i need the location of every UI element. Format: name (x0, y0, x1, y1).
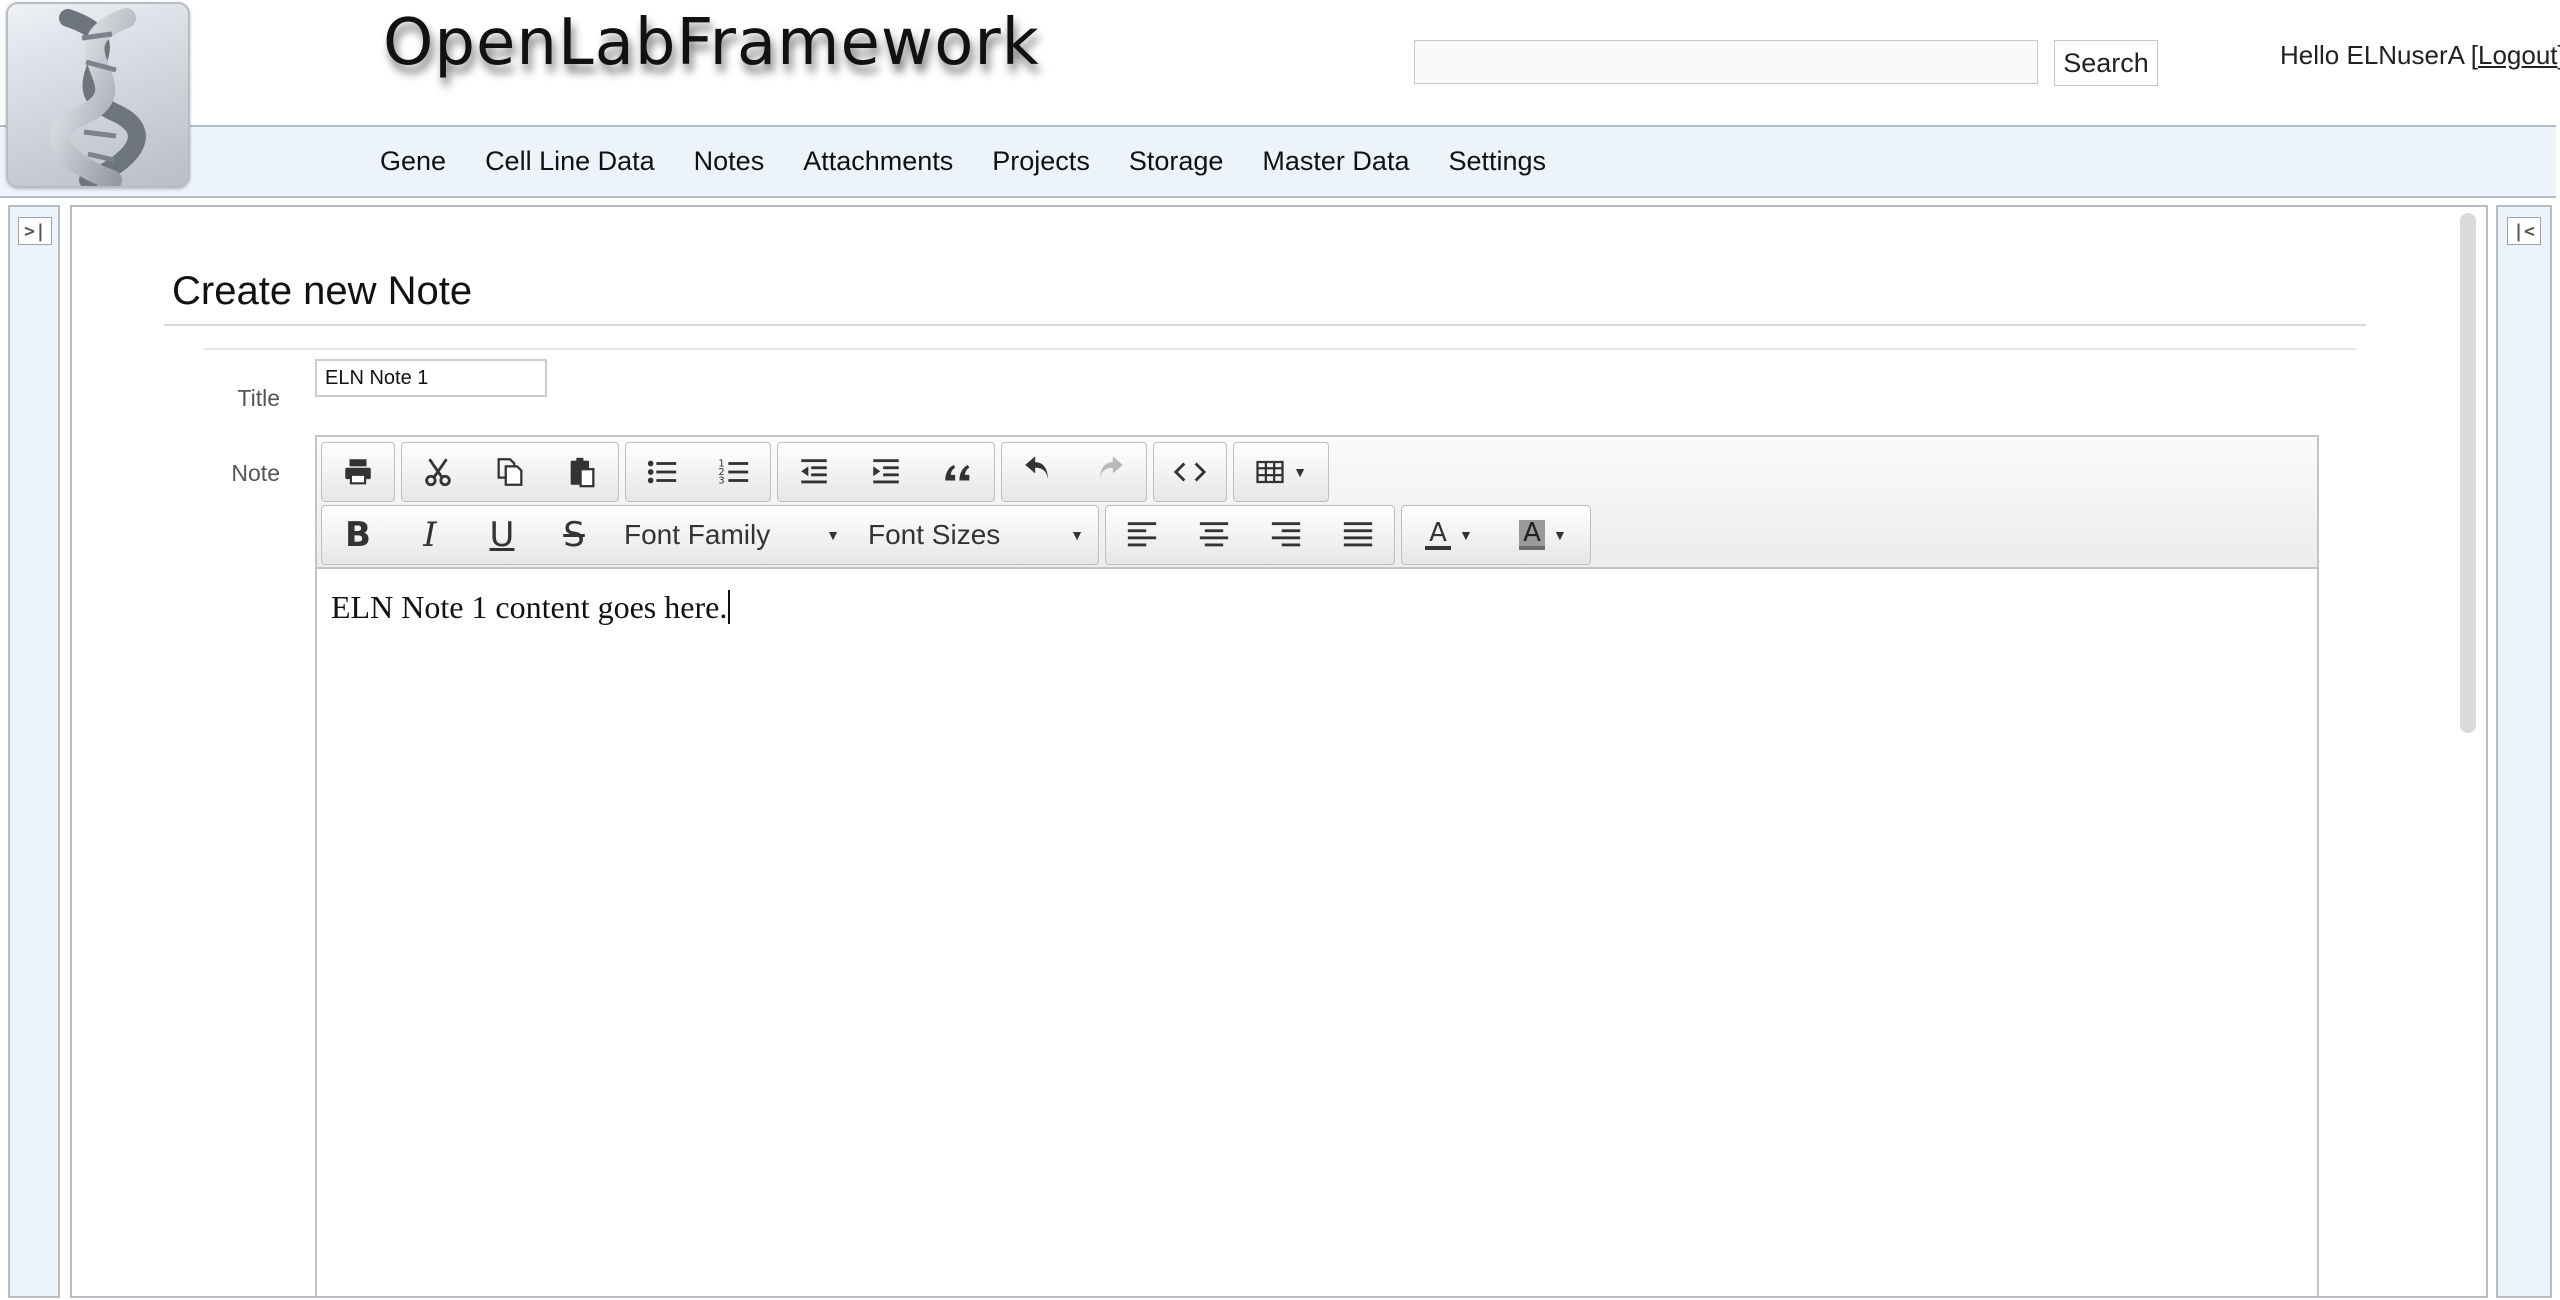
font-sizes-dropdown[interactable]: Font Sizes ▼ (854, 506, 1098, 564)
note-label: Note (231, 460, 280, 486)
nav-item-gene[interactable]: Gene (380, 146, 446, 177)
print-icon[interactable] (322, 443, 394, 501)
background-color-caret-icon: ▼ (1552, 527, 1567, 543)
background-color-swatch: A (1519, 520, 1545, 550)
editor-content-area[interactable]: ELN Note 1 content goes here. (331, 589, 731, 626)
underline-icon[interactable]: U (466, 506, 538, 564)
main-content: Create new Note Title Note (70, 205, 2488, 1298)
logout-link[interactable]: Logout (2478, 40, 2558, 70)
align-right-icon[interactable] (1250, 506, 1322, 564)
search-input[interactable] (1414, 40, 2038, 84)
text-color-icon[interactable]: A ▼ (1402, 506, 1496, 564)
left-side-panel: >| (8, 205, 60, 1298)
greeting-text: Hello ELNuserA (2280, 40, 2471, 70)
paste-icon[interactable] (546, 443, 618, 501)
expand-right-icon[interactable]: >| (18, 217, 52, 245)
copy-icon[interactable] (474, 443, 546, 501)
nav-item-attachments[interactable]: Attachments (803, 146, 953, 177)
undo-icon[interactable] (1002, 443, 1074, 501)
bold-icon[interactable]: B (322, 506, 394, 564)
rich-text-editor: 123 ▼ B I U S Font Family ▼ Font Sizes ▼… (315, 435, 2319, 1296)
font-family-label: Font Family (624, 519, 771, 550)
nav-item-master-data[interactable]: Master Data (1262, 146, 1409, 177)
nav-item-settings[interactable]: Settings (1448, 146, 1546, 177)
nav-item-storage[interactable]: Storage (1129, 146, 1224, 177)
font-sizes-label: Font Sizes (868, 519, 1001, 550)
app-header: OpenLabFramework Search Hello ELNuserA [… (0, 0, 2560, 188)
bracket-open: [ (2470, 40, 2478, 70)
page-title: Create new Note (172, 269, 473, 313)
vertical-scrollbar[interactable] (2460, 213, 2476, 733)
indent-icon[interactable] (850, 443, 922, 501)
font-family-caret-icon: ▼ (826, 527, 840, 543)
numbered-list-icon[interactable]: 123 (698, 443, 770, 501)
outdent-icon[interactable] (778, 443, 850, 501)
align-center-icon[interactable] (1178, 506, 1250, 564)
user-greeting: Hello ELNuserA [Logout] (2280, 40, 2560, 71)
nav-item-projects[interactable]: Projects (992, 146, 1090, 177)
search-button[interactable]: Search (2054, 40, 2158, 86)
table-caret-icon: ▼ (1293, 464, 1307, 480)
editor-toolbar: 123 ▼ B I U S Font Family ▼ Font Sizes ▼… (317, 437, 2317, 569)
title-input[interactable] (315, 359, 547, 397)
strikethrough-icon[interactable]: S (538, 506, 610, 564)
blockquote-icon[interactable] (922, 443, 994, 501)
cut-icon[interactable] (402, 443, 474, 501)
svg-text:3: 3 (718, 475, 724, 486)
text-cursor (728, 590, 731, 624)
italic-icon[interactable]: I (394, 506, 466, 564)
form-divider (204, 348, 2356, 350)
title-label: Title (237, 385, 280, 411)
source-code-icon[interactable] (1154, 443, 1226, 501)
align-justify-icon[interactable] (1322, 506, 1394, 564)
align-left-icon[interactable] (1106, 506, 1178, 564)
main-nav: Gene Cell Line Data Notes Attachments Pr… (0, 125, 2556, 198)
note-content-text: ELN Note 1 content goes here. (331, 589, 728, 625)
nav-item-notes[interactable]: Notes (694, 146, 765, 177)
nav-item-cell-line-data[interactable]: Cell Line Data (485, 146, 655, 177)
table-icon[interactable]: ▼ (1234, 443, 1328, 501)
font-sizes-caret-icon: ▼ (1070, 527, 1084, 543)
right-side-panel: |< (2496, 205, 2552, 1298)
text-color-swatch: A (1425, 520, 1451, 550)
title-divider (164, 324, 2366, 326)
expand-left-icon[interactable]: |< (2507, 217, 2541, 245)
app-title: OpenLabFramework (383, 6, 1040, 80)
background-color-icon[interactable]: A ▼ (1496, 506, 1590, 564)
bullet-list-icon[interactable] (626, 443, 698, 501)
font-family-dropdown[interactable]: Font Family ▼ (610, 506, 854, 564)
redo-icon[interactable] (1074, 443, 1146, 501)
text-color-caret-icon: ▼ (1458, 527, 1473, 543)
dna-logo-icon[interactable] (6, 2, 190, 188)
